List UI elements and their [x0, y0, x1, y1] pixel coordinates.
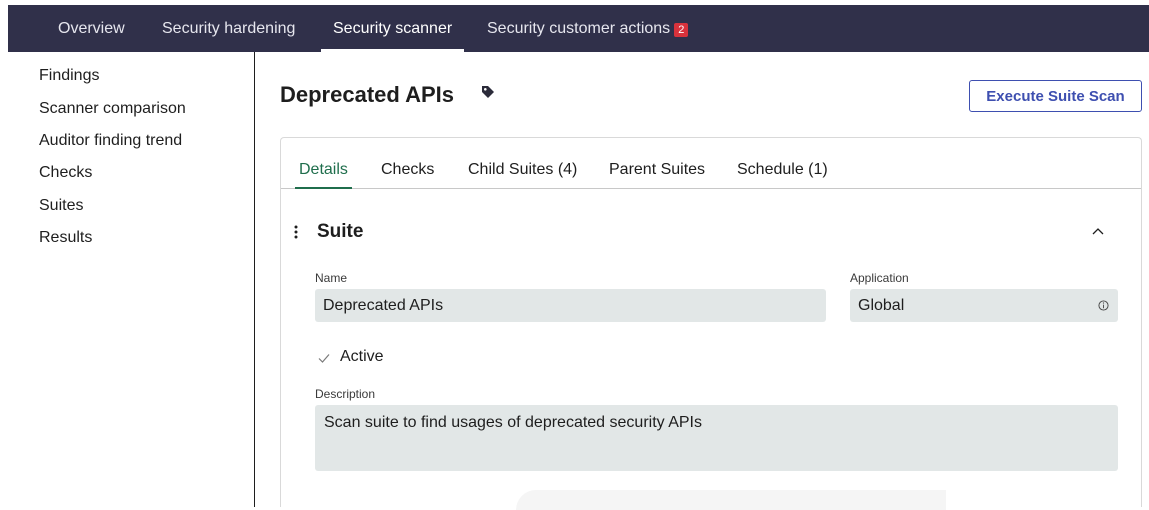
- notification-badge: 2: [674, 22, 689, 37]
- kebab-menu-icon[interactable]: [293, 224, 299, 240]
- top-navigation: Overview Security hardening Security sca…: [8, 5, 1149, 52]
- application-label: Application: [850, 271, 909, 285]
- sidebar-item-checks[interactable]: Checks: [39, 164, 92, 182]
- application-value: Global: [858, 297, 905, 314]
- info-icon[interactable]: [1098, 300, 1109, 311]
- tab-checks[interactable]: Checks: [381, 161, 434, 179]
- tab-parent-suites[interactable]: Parent Suites: [609, 161, 705, 179]
- chevron-up-icon[interactable]: [1091, 224, 1105, 238]
- name-field[interactable]: Deprecated APIs: [315, 289, 826, 322]
- tag-icon[interactable]: [481, 85, 495, 99]
- description-label: Description: [315, 387, 376, 401]
- tab-security-hardening[interactable]: Security hardening: [162, 5, 295, 52]
- tab-security-scanner[interactable]: Security scanner: [321, 5, 465, 52]
- suite-details-card: Details Checks Child Suites (4) Parent S…: [280, 137, 1142, 510]
- sidebar-item-results[interactable]: Results: [39, 229, 92, 247]
- tab-schedule[interactable]: Schedule (1): [737, 161, 828, 179]
- name-value: Deprecated APIs: [323, 297, 444, 314]
- application-field[interactable]: Global: [850, 289, 1118, 322]
- execute-suite-scan-button[interactable]: Execute Suite Scan: [969, 80, 1142, 112]
- tab-label: Security hardening: [162, 19, 296, 37]
- sidebar-item-auditor-finding-trend[interactable]: Auditor finding trend: [39, 132, 182, 150]
- background-decoration: [516, 490, 946, 510]
- tab-label: Security customer actions: [487, 19, 671, 37]
- sidebar-item-scanner-comparison[interactable]: Scanner comparison: [39, 100, 186, 118]
- description-value: Scan suite to find usages of deprecated …: [324, 414, 702, 431]
- sidebar: Findings Scanner comparison Auditor find…: [0, 52, 255, 507]
- active-checkbox[interactable]: [317, 351, 331, 365]
- sidebar-item-findings[interactable]: Findings: [39, 67, 99, 85]
- detail-tabs: Details Checks Child Suites (4) Parent S…: [281, 138, 1141, 189]
- tab-label: Details: [299, 161, 348, 178]
- tab-label: Security scanner: [333, 19, 453, 37]
- name-label: Name: [315, 271, 348, 285]
- tab-security-customer-actions[interactable]: Security customer actions 2: [487, 5, 689, 52]
- tab-overview[interactable]: Overview: [58, 5, 125, 52]
- page-title: Deprecated APIs: [280, 82, 455, 107]
- sidebar-item-suites[interactable]: Suites: [39, 197, 83, 215]
- active-tab-underline: [321, 49, 465, 52]
- active-label[interactable]: Active: [340, 348, 384, 366]
- tab-child-suites[interactable]: Child Suites (4): [468, 161, 577, 179]
- tab-details[interactable]: Details: [295, 161, 352, 189]
- active-tab-underline: [295, 187, 352, 189]
- section-title: Suite: [317, 221, 364, 242]
- tab-label: Overview: [58, 19, 125, 37]
- description-field[interactable]: Scan suite to find usages of deprecated …: [315, 405, 1118, 471]
